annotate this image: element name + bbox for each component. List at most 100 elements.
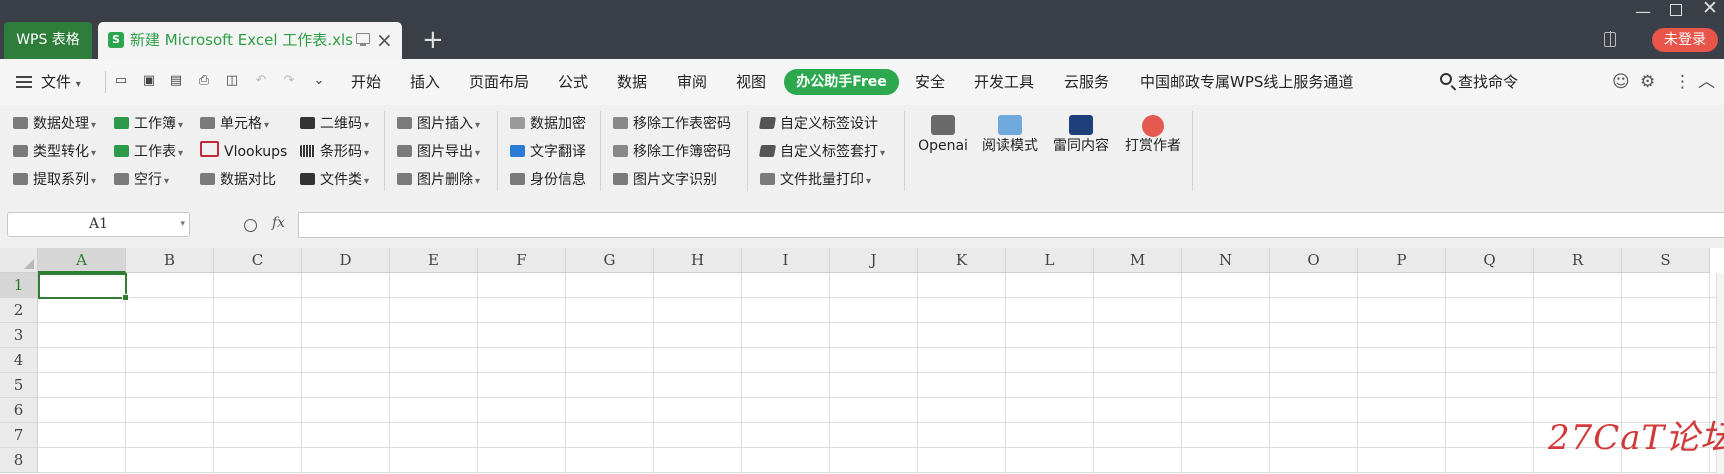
column-header-s[interactable]: S	[1622, 248, 1710, 273]
close-tab-icon[interactable]: ×	[376, 22, 393, 59]
column-header-m[interactable]: M	[1094, 248, 1182, 273]
image-insert-button[interactable]: 图片插入 ▾	[397, 112, 480, 136]
active-cell-a1[interactable]	[38, 273, 129, 301]
maximize-icon[interactable]	[1670, 4, 1682, 16]
tab-cloud[interactable]: 云服务	[1064, 59, 1109, 105]
cell-area[interactable]	[38, 273, 1724, 474]
qrcode-button[interactable]: 二维码 ▾	[300, 112, 369, 136]
new-tab-button[interactable]: +	[422, 22, 444, 59]
column-header-l[interactable]: L	[1006, 248, 1094, 273]
open-folder-icon[interactable]: ▭	[114, 74, 128, 88]
tab-home[interactable]: 开始	[351, 59, 381, 105]
window-close-icon[interactable]: ✕	[1702, 0, 1718, 19]
extract-series-button[interactable]: 提取系列 ▾	[13, 168, 96, 192]
tab-data[interactable]: 数据	[617, 59, 647, 105]
duplicate-content-button[interactable]: 雷同内容	[1046, 105, 1116, 198]
column-header-d[interactable]: D	[302, 248, 390, 273]
search-icon[interactable]	[1440, 73, 1452, 85]
type-convert-button[interactable]: 类型转化 ▾	[13, 140, 96, 164]
monitor-icon[interactable]	[356, 33, 370, 46]
layout-toggle-icon[interactable]	[1604, 31, 1616, 47]
column-header-e[interactable]: E	[390, 248, 478, 273]
row-header-7[interactable]: 7	[0, 423, 38, 448]
column-header-q[interactable]: Q	[1446, 248, 1534, 273]
image-export-button[interactable]: 图片导出 ▾	[397, 140, 480, 164]
ocr-button[interactable]: 图片文字识别	[613, 168, 717, 192]
column-header-p[interactable]: P	[1358, 248, 1446, 273]
document-tab[interactable]: S 新建 Microsoft Excel 工作表.xls ×	[98, 22, 402, 59]
collapse-ribbon-icon[interactable]: ︿	[1698, 72, 1715, 92]
customize-chevron-icon[interactable]: ⌄	[312, 74, 326, 88]
fx-icon[interactable]: fx	[272, 215, 285, 231]
custom-label-design-button[interactable]: 自定义标签设计	[758, 112, 878, 136]
export-icon[interactable]: ▤	[169, 74, 183, 88]
name-box[interactable]: A1 ▾	[7, 212, 190, 237]
print-preview-icon[interactable]: ◫	[225, 74, 239, 88]
spreadsheet-grid[interactable]: ABCDEFGHIJKLMNOPQRS 12345678	[0, 248, 1724, 474]
tab-insert[interactable]: 插入	[410, 59, 440, 105]
column-header-n[interactable]: N	[1182, 248, 1270, 273]
column-header-h[interactable]: H	[654, 248, 742, 273]
row-header-3[interactable]: 3	[0, 323, 38, 348]
search-command[interactable]: 查找命令	[1458, 59, 1518, 105]
data-compare-button[interactable]: 数据对比	[200, 168, 276, 192]
image-delete-button[interactable]: 图片删除 ▾	[397, 168, 480, 192]
column-header-j[interactable]: J	[830, 248, 918, 273]
data-encrypt-button[interactable]: 数据加密	[510, 112, 586, 136]
row-header-8[interactable]: 8	[0, 448, 38, 473]
empty-row-button[interactable]: 空行 ▾	[114, 168, 169, 192]
formula-input[interactable]	[298, 212, 1724, 238]
row-header-5[interactable]: 5	[0, 373, 38, 398]
worksheet-button[interactable]: 工作表 ▾	[114, 140, 183, 164]
openai-button[interactable]: Openai	[912, 105, 974, 198]
redo-icon[interactable]: ↷	[282, 74, 296, 88]
vlookups-button[interactable]: Vlookups	[200, 140, 287, 164]
custom-label-print-button[interactable]: 自定义标签套打 ▾	[758, 140, 885, 164]
row-header-2[interactable]: 2	[0, 298, 38, 323]
select-all-corner[interactable]	[0, 248, 38, 273]
column-header-b[interactable]: B	[126, 248, 214, 273]
tab-postal-channel[interactable]: 中国邮政专属WPS线上服务通道	[1140, 59, 1353, 105]
tab-view[interactable]: 视图	[736, 59, 766, 105]
row-header-4[interactable]: 4	[0, 348, 38, 373]
print-icon[interactable]: ⎙	[197, 74, 211, 88]
remove-book-password-button[interactable]: 移除工作簿密码	[613, 140, 731, 164]
row-header-6[interactable]: 6	[0, 398, 38, 423]
row-header-1[interactable]: 1	[0, 273, 38, 298]
translate-button[interactable]: 文字翻译	[510, 140, 586, 164]
id-info-button[interactable]: 身份信息	[510, 168, 586, 192]
zoom-icon[interactable]	[244, 219, 257, 232]
column-header-r[interactable]: R	[1534, 248, 1622, 273]
tab-page-layout[interactable]: 页面布局	[469, 59, 529, 105]
minimize-icon[interactable]: —	[1635, 2, 1651, 21]
batch-print-button[interactable]: 文件批量打印 ▾	[760, 168, 871, 192]
save-icon[interactable]: ▣	[142, 74, 156, 88]
column-header-g[interactable]: G	[566, 248, 654, 273]
remove-sheet-password-button[interactable]: 移除工作表密码	[613, 112, 731, 136]
workbook-button[interactable]: 工作簿 ▾	[114, 112, 183, 136]
cell-button[interactable]: 单元格 ▾	[200, 112, 269, 136]
tab-developer[interactable]: 开发工具	[974, 59, 1034, 105]
tab-review[interactable]: 审阅	[677, 59, 707, 105]
column-header-c[interactable]: C	[214, 248, 302, 273]
data-processing-button[interactable]: 数据处理 ▾	[13, 112, 96, 136]
tip-author-button[interactable]: 打赏作者	[1118, 105, 1188, 198]
column-header-f[interactable]: F	[478, 248, 566, 273]
column-header-i[interactable]: I	[742, 248, 830, 273]
tab-office-helper[interactable]: 办公助手Free	[784, 69, 899, 95]
comment-icon[interactable]: ☺	[1612, 72, 1630, 92]
tab-formula[interactable]: 公式	[558, 59, 588, 105]
file-type-button[interactable]: 文件类 ▾	[300, 168, 369, 192]
reading-mode-button[interactable]: 阅读模式	[976, 105, 1044, 198]
more-icon[interactable]: ⋮	[1674, 72, 1691, 92]
barcode-button[interactable]: 条形码 ▾	[300, 140, 369, 164]
undo-icon[interactable]: ↶	[254, 74, 268, 88]
column-header-a[interactable]: A	[38, 248, 126, 273]
hamburger-icon[interactable]	[16, 76, 32, 88]
tab-security[interactable]: 安全	[915, 59, 945, 105]
column-header-o[interactable]: O	[1270, 248, 1358, 273]
app-tab-wps[interactable]: WPS 表格	[4, 22, 92, 59]
login-button[interactable]: 未登录	[1652, 28, 1718, 52]
file-menu[interactable]: 文件 ▾	[41, 59, 81, 108]
gear-icon[interactable]: ⚙	[1640, 72, 1655, 92]
